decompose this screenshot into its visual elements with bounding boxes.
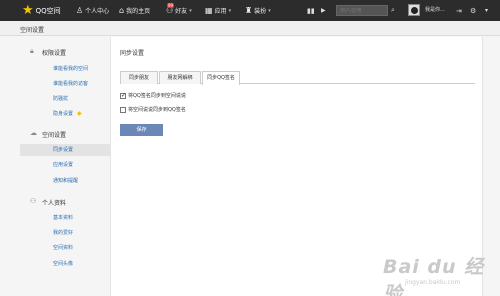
page-title: 空间设置: [20, 27, 45, 34]
settings-sidebar: 🔒︎ 权限设置 谁能看我的空间 谁能看我的访客 防骚扰 隐身设置 ◆ ☁ 空间设…: [0, 37, 110, 296]
people-icon: ⚇: [30, 197, 37, 205]
star-logo-icon: ★: [22, 3, 34, 18]
home-icon: ⌂: [119, 6, 125, 15]
sidebar-item-basic-info[interactable]: 基本资料: [53, 214, 73, 221]
lock-icon: 🔒︎: [30, 47, 34, 55]
person-icon: ♙: [76, 6, 84, 15]
diamond-vip-icon: ◆: [77, 110, 82, 117]
section-heading: 同步设置: [120, 50, 145, 57]
search-icon[interactable]: ⌕: [389, 5, 397, 16]
baidu-jingyan-watermark: Bai du 经验 jingyan.baidu.com: [375, 250, 495, 296]
nav-label: 装扮: [254, 8, 267, 15]
sidebar-item-who-can-view-space[interactable]: 谁能看我的空间: [53, 65, 88, 72]
option-sync-signature-to-shuoshuo[interactable]: 将QQ签名同步到空间说说: [120, 92, 186, 99]
play-icon[interactable]: ▶: [321, 0, 326, 21]
shirt-icon: ♜: [245, 6, 253, 15]
checkbox-checked[interactable]: [120, 92, 126, 99]
chevron-down-icon: ▾: [189, 7, 192, 14]
section-title: 权限设置: [42, 50, 67, 57]
apps-grid-icon: ▦: [205, 6, 213, 15]
search-input[interactable]: [336, 5, 388, 16]
checkbox-label: 将QQ签名同步到空间说说: [128, 93, 186, 99]
watermark-logo-text: Bai du 经验: [383, 256, 485, 296]
option-sync-shuoshuo-to-signature[interactable]: 将空间说说同步到QQ签名: [120, 106, 186, 113]
settings-header: 空间设置: [0, 21, 500, 36]
nav-dressup[interactable]: ♜ 装扮 ▾: [245, 0, 271, 21]
nav-label: 个人中心: [85, 8, 110, 15]
sidebar-item-anti-harassment[interactable]: 防骚扰: [53, 95, 68, 102]
chevron-down-icon: ▾: [228, 7, 232, 14]
section-profile: ⚇ 个人资料: [30, 197, 67, 207]
chevron-down-icon[interactable]: ▾: [485, 0, 488, 21]
nav-apps[interactable]: ▦ 应用 ▾: [205, 0, 231, 21]
tab-sync-friends[interactable]: 同步朋友: [120, 71, 158, 84]
sidebar-item-invisible-settings[interactable]: 隐身设置 ◆: [53, 110, 82, 117]
qzone-logo[interactable]: ★ QQ空间: [22, 4, 61, 17]
nav-friends[interactable]: ⚇ 99 好友 ▾: [166, 0, 192, 21]
tab-unbind-pengyou[interactable]: 朋友网解绑: [159, 71, 201, 84]
top-navigation-bar: ★ QQ空间 ♙ 个人中心 ⌂ 我的主页 ⚇ 99 好友 ▾ ▦ 应用 ▾ ♜ 装…: [0, 0, 500, 21]
music-player-icon[interactable]: ▮▮: [307, 0, 315, 21]
checkbox-label: 将空间说说同步到QQ签名: [128, 107, 186, 113]
nav-label: 应用: [214, 8, 227, 15]
sidebar-item-sync-settings[interactable]: 同步设置: [20, 144, 110, 156]
gear-icon[interactable]: ⚙: [470, 0, 476, 21]
nav-label: 我的主页: [126, 8, 151, 15]
avatar[interactable]: [408, 4, 420, 16]
logo-text: QQ空间: [35, 6, 61, 15]
sidebar-item-who-can-view-visitors[interactable]: 谁能看我的访客: [53, 80, 88, 87]
sidebar-item-space-avatar[interactable]: 空间头像: [53, 260, 73, 267]
sidebar-item-space-profile[interactable]: 空间资料: [53, 244, 73, 251]
tab-sync-qq-signature[interactable]: 同步QQ签名: [202, 71, 240, 85]
sidebar-item-my-hobbies[interactable]: 我的爱好: [53, 229, 73, 236]
sidebar-item-label: 隐身设置: [53, 111, 74, 117]
nav-my-homepage[interactable]: ⌂ 我的主页: [119, 0, 150, 21]
exit-icon[interactable]: ⇥: [456, 0, 462, 21]
section-space-settings: ☁ 空间设置: [30, 129, 67, 139]
friends-icon: ⚇ 99: [166, 3, 175, 15]
save-button[interactable]: 保存: [120, 124, 163, 136]
checkbox-unchecked[interactable]: [120, 106, 126, 113]
username[interactable]: 我是你...: [425, 0, 445, 21]
cloud-icon: ☁: [30, 129, 37, 137]
friends-badge: 99: [167, 3, 175, 8]
watermark-url: jingyan.baidu.com: [405, 279, 461, 286]
chevron-down-icon: ▾: [268, 7, 271, 14]
section-permission: 🔒︎ 权限设置: [30, 47, 67, 57]
sidebar-item-app-settings[interactable]: 应用设置: [53, 161, 73, 168]
section-title: 个人资料: [42, 200, 67, 207]
section-title: 空间设置: [42, 132, 67, 139]
nav-personal-center[interactable]: ♙ 个人中心: [76, 0, 109, 21]
nav-label: 好友: [175, 8, 188, 15]
sidebar-item-notifications[interactable]: 通知和提醒: [53, 177, 78, 184]
tab-bar: 同步朋友 朋友网解绑 同步QQ签名: [120, 71, 475, 85]
